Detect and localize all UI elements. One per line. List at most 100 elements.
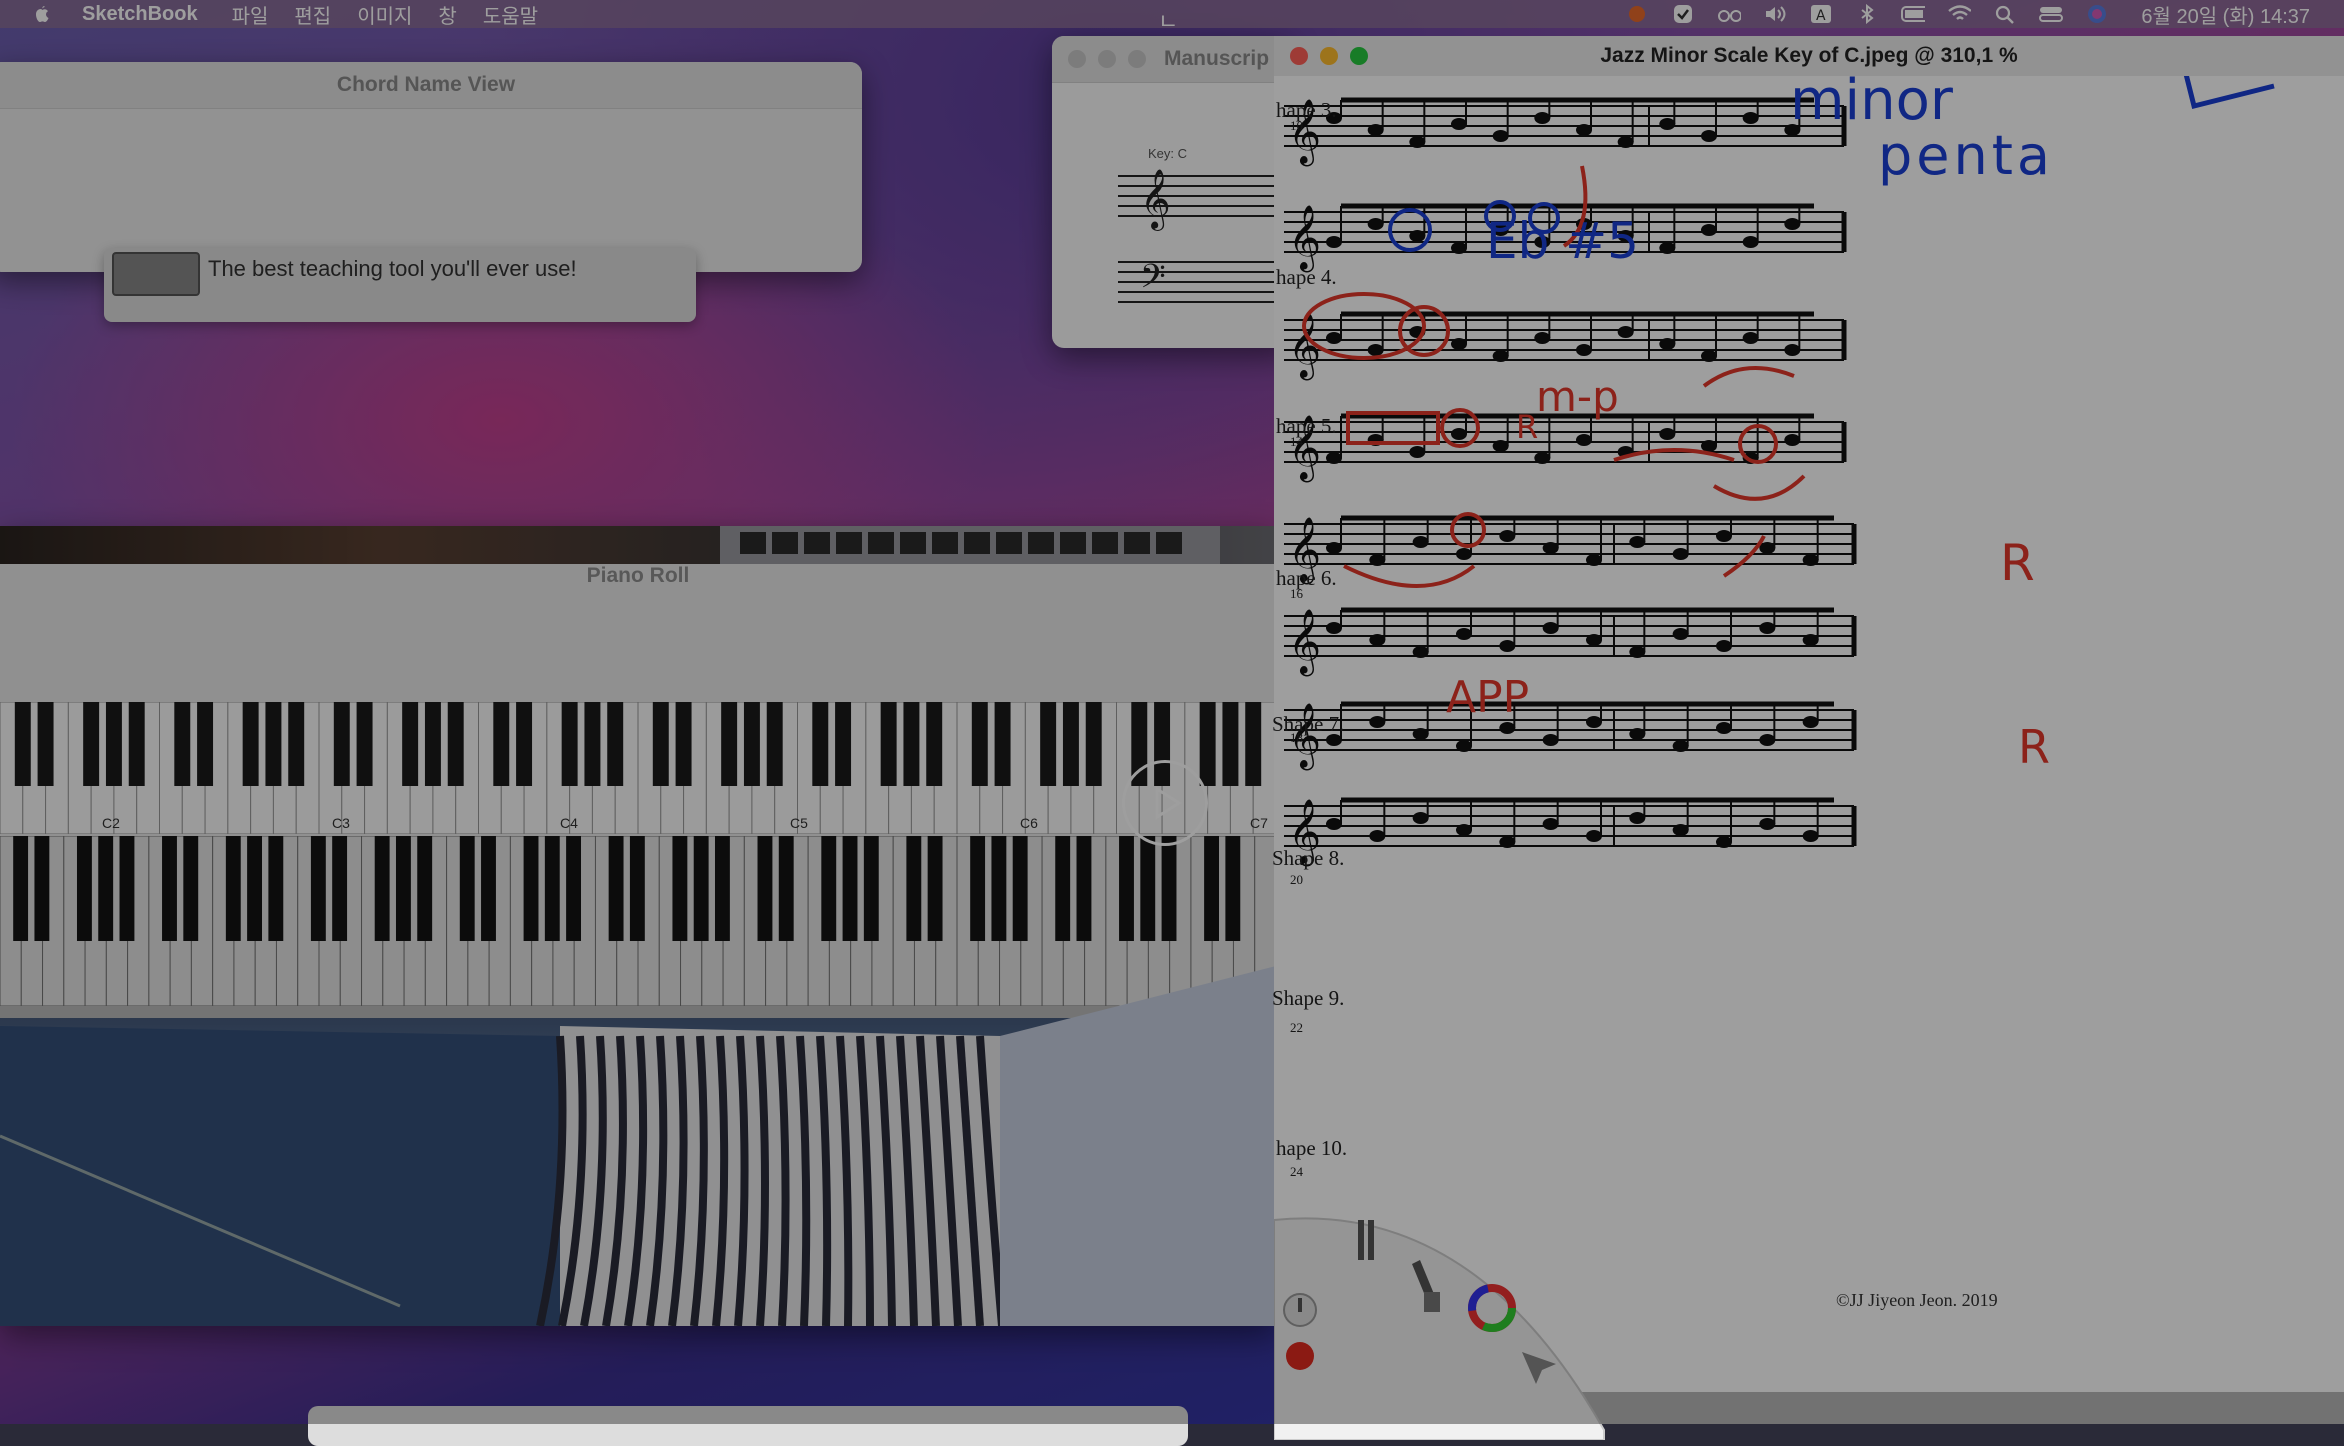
note-head: [1369, 634, 1386, 646]
close-button[interactable]: [1068, 50, 1086, 68]
menu-file[interactable]: 파일: [232, 0, 269, 29]
annotation-r: R: [1516, 408, 1539, 446]
app-name[interactable]: SketchBook: [82, 3, 198, 26]
siri-icon[interactable]: [2085, 4, 2109, 24]
note-head: [1409, 136, 1426, 148]
battery-icon[interactable]: [1901, 4, 1926, 24]
music-staff: 𝄞: [1284, 97, 1847, 166]
note-head: [1451, 242, 1467, 254]
note-head: [1456, 740, 1472, 752]
black-key: [493, 702, 510, 786]
note-head: [1784, 344, 1801, 356]
octave-label-c6: C6: [1020, 815, 1038, 831]
manuscript-window[interactable]: Manuscrip Key: C 𝄞 𝄢: [1052, 36, 1292, 348]
volume-icon[interactable]: [1763, 4, 1787, 24]
note-head: [1784, 434, 1801, 446]
note-head: [1716, 722, 1732, 734]
black-key: [652, 702, 669, 786]
octave-labels: C2 C3 C4 C5 C6 C7: [0, 815, 1276, 839]
octave-label-c4: C4: [560, 815, 578, 831]
note-head: [1499, 722, 1516, 734]
video-play-button[interactable]: [1122, 760, 1208, 846]
menu-clock[interactable]: 6월 20일 (화) 14:37: [2141, 0, 2310, 29]
black-key: [607, 702, 624, 786]
annotation-app: APP: [1446, 672, 1530, 723]
bluetooth-icon[interactable]: [1855, 4, 1879, 24]
black-key: [424, 702, 441, 786]
note-head: [1701, 440, 1717, 452]
real-black-key: [1225, 836, 1241, 941]
note-head: [1629, 728, 1646, 740]
menu-edit[interactable]: 편집: [294, 0, 331, 29]
note-head: [1542, 818, 1559, 830]
note-head: [1716, 640, 1732, 652]
piano-roll-title: Piano Roll: [586, 564, 690, 587]
menu-window[interactable]: 창: [438, 0, 456, 29]
measure-number: 20: [1290, 872, 1303, 887]
chord-window-titlebar[interactable]: Chord Name View: [0, 62, 862, 109]
note-head: [1499, 530, 1516, 542]
note-head: [1412, 536, 1429, 548]
close-button[interactable]: [1290, 47, 1308, 65]
piano-roll-window[interactable]: Piano Roll: [0, 526, 1276, 1326]
spotlight-icon[interactable]: [1993, 4, 2017, 24]
record-color-icon[interactable]: [1286, 1342, 1314, 1370]
black-key: [447, 702, 464, 786]
check-icon[interactable]: [1671, 4, 1695, 24]
note-head: [1672, 824, 1689, 836]
note-head: [1412, 728, 1429, 740]
note-head: [1659, 118, 1676, 130]
notification-icon[interactable]: [1625, 4, 1649, 24]
real-black-key: [76, 836, 92, 941]
real-black-key: [1119, 836, 1134, 941]
control-center-icon[interactable]: [2039, 4, 2064, 24]
note-head: [1576, 434, 1592, 446]
svg-text:𝄞: 𝄞: [1288, 609, 1321, 676]
note-head: [1629, 812, 1646, 824]
note-head: [1759, 622, 1776, 634]
black-key: [561, 702, 578, 786]
menu-image[interactable]: 이미지: [357, 0, 412, 29]
apple-menu-icon[interactable]: [30, 3, 52, 25]
real-black-key: [544, 836, 560, 941]
music-staff: 𝄞: [1284, 701, 1857, 770]
annotation-arrow: [1702, 366, 1795, 388]
black-key: [835, 702, 852, 786]
note-head: [1492, 350, 1509, 362]
note-head: [1456, 548, 1472, 560]
real-black-key: [98, 836, 114, 941]
real-black-key: [970, 836, 986, 941]
input-source-icon[interactable]: A: [1809, 4, 1833, 24]
music-staff: 𝄞: [1284, 797, 1857, 866]
shape-label: Shape 8.: [1272, 846, 1345, 870]
black-key: [1085, 702, 1102, 786]
measure-number: 18: [1290, 730, 1303, 745]
minimize-button[interactable]: [1098, 50, 1116, 68]
real-black-key: [714, 836, 730, 941]
brush-size-icon[interactable]: [1283, 1293, 1317, 1327]
real-black-key: [821, 836, 837, 941]
real-black-key: [374, 836, 390, 941]
note-head: [1326, 236, 1342, 248]
minimize-button[interactable]: [1320, 47, 1338, 65]
manuscript-title: Manuscrip: [1164, 47, 1270, 70]
manuscript-titlebar[interactable]: Manuscrip: [1052, 36, 1292, 83]
video-strip: [0, 526, 1276, 564]
note-head: [1802, 830, 1819, 842]
note-head: [1542, 734, 1559, 746]
measure-number: 10: [1290, 118, 1303, 133]
menu-help[interactable]: 도움말: [483, 0, 538, 29]
bottom-window-edge[interactable]: [308, 1406, 1188, 1446]
zoom-button[interactable]: [1350, 47, 1368, 65]
black-key: [516, 702, 533, 786]
note-head: [1802, 554, 1819, 566]
wifi-icon[interactable]: [1947, 4, 1972, 24]
shape-label: Shape 9.: [1272, 986, 1345, 1010]
chord-name-view-window[interactable]: Chord Name View: [0, 62, 862, 272]
glasses-icon[interactable]: [1717, 4, 1742, 24]
black-key: [971, 702, 988, 786]
black-key: [721, 702, 738, 786]
sketchbook-tool-puck[interactable]: [1274, 1180, 1614, 1440]
note-head: [1784, 218, 1801, 230]
zoom-button[interactable]: [1128, 50, 1146, 68]
